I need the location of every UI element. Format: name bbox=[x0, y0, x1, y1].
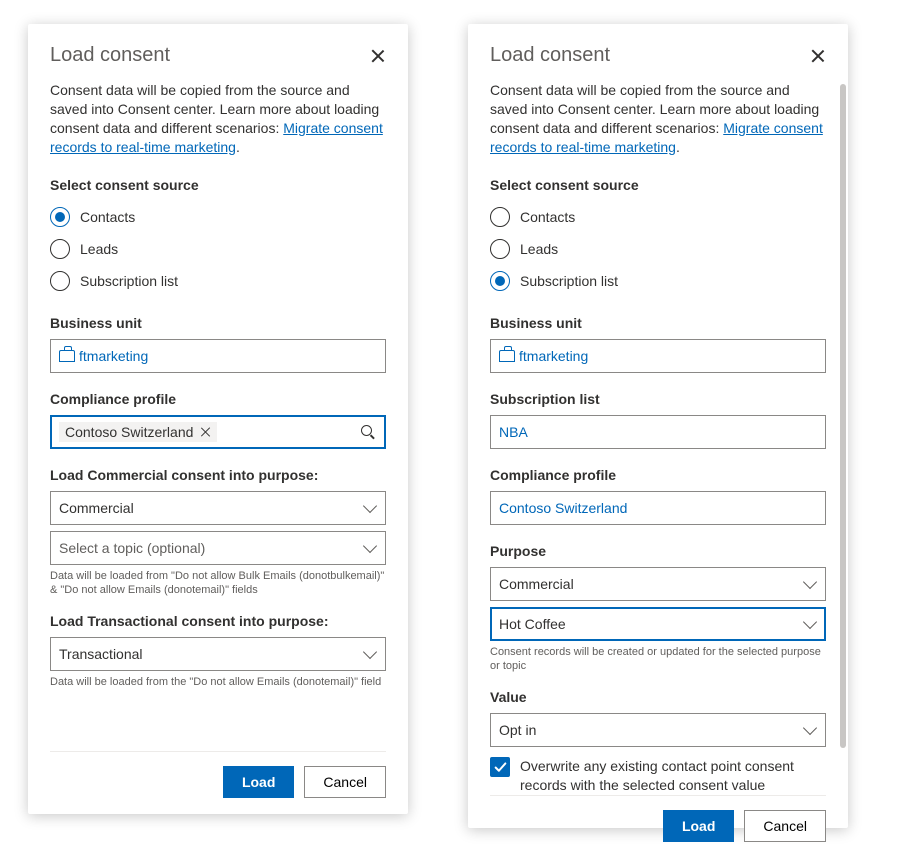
radio-subscription-list[interactable]: Subscription list bbox=[50, 271, 386, 291]
business-unit-value: ftmarketing bbox=[519, 348, 588, 364]
overwrite-label: Overwrite any existing contact point con… bbox=[520, 757, 826, 795]
chevron-down-icon bbox=[363, 645, 377, 659]
load-consent-panel-left: Load consent Consent data will be copied… bbox=[28, 24, 408, 814]
purpose-hint: Consent records will be created or updat… bbox=[490, 645, 826, 674]
subscription-list-field[interactable]: NBA bbox=[490, 415, 826, 449]
chevron-down-icon bbox=[363, 538, 377, 552]
commercial-topic-select[interactable]: Select a topic (optional) bbox=[50, 531, 386, 565]
value-label: Value bbox=[490, 689, 826, 705]
close-icon[interactable] bbox=[810, 48, 826, 64]
radio-icon bbox=[50, 271, 70, 291]
purpose-select[interactable]: Commercial bbox=[490, 567, 826, 601]
compliance-profile-value: Contoso Switzerland bbox=[499, 500, 627, 516]
scrollbar[interactable] bbox=[840, 84, 846, 748]
commercial-purpose-select[interactable]: Commercial bbox=[50, 491, 386, 525]
purpose-value: Commercial bbox=[499, 576, 574, 592]
compliance-profile-label: Compliance profile bbox=[50, 391, 386, 407]
business-unit-field[interactable]: ftmarketing bbox=[490, 339, 826, 373]
radio-icon bbox=[490, 207, 510, 227]
business-unit-value: ftmarketing bbox=[79, 348, 148, 364]
compliance-profile-field[interactable]: Contoso Switzerland bbox=[490, 491, 826, 525]
radio-leads[interactable]: Leads bbox=[50, 239, 386, 259]
commercial-topic-placeholder: Select a topic (optional) bbox=[59, 540, 205, 556]
radio-icon bbox=[50, 239, 70, 259]
select-source-label: Select consent source bbox=[50, 177, 386, 193]
value-select[interactable]: Opt in bbox=[490, 713, 826, 747]
close-icon[interactable] bbox=[370, 48, 386, 64]
radio-label: Contacts bbox=[520, 209, 575, 225]
radio-icon bbox=[50, 207, 70, 227]
chevron-down-icon bbox=[803, 721, 817, 735]
business-unit-field[interactable]: ftmarketing bbox=[50, 339, 386, 373]
dialog-title: Load consent bbox=[490, 44, 610, 67]
briefcase-icon bbox=[499, 350, 515, 362]
business-unit-label: Business unit bbox=[50, 315, 386, 331]
overwrite-checkbox-row[interactable]: Overwrite any existing contact point con… bbox=[490, 757, 826, 795]
radio-leads[interactable]: Leads bbox=[490, 239, 826, 259]
radio-icon bbox=[490, 239, 510, 259]
dialog-footer: Load Cancel bbox=[50, 751, 386, 798]
radio-label: Leads bbox=[80, 241, 118, 257]
dialog-title: Load consent bbox=[50, 44, 170, 67]
radio-label: Subscription list bbox=[520, 273, 618, 289]
radio-label: Subscription list bbox=[80, 273, 178, 289]
purpose-label: Purpose bbox=[490, 543, 826, 559]
transactional-purpose-value: Transactional bbox=[59, 646, 143, 662]
load-button[interactable]: Load bbox=[663, 810, 734, 842]
commercial-purpose-value: Commercial bbox=[59, 500, 134, 516]
remove-tag-icon[interactable] bbox=[201, 427, 211, 437]
subscription-list-value: NBA bbox=[499, 424, 528, 440]
topic-value: Hot Coffee bbox=[499, 616, 566, 632]
search-icon[interactable] bbox=[361, 425, 375, 439]
profile-tag[interactable]: Contoso Switzerland bbox=[59, 422, 217, 442]
transactional-purpose-select[interactable]: Transactional bbox=[50, 637, 386, 671]
chevron-down-icon bbox=[363, 498, 377, 512]
radio-label: Contacts bbox=[80, 209, 135, 225]
cancel-button[interactable]: Cancel bbox=[304, 766, 386, 798]
topic-select[interactable]: Hot Coffee bbox=[490, 607, 826, 641]
intro-text: Consent data will be copied from the sou… bbox=[50, 81, 386, 157]
briefcase-icon bbox=[59, 350, 75, 362]
chevron-down-icon bbox=[803, 574, 817, 588]
checkbox-checked-icon[interactable] bbox=[490, 757, 510, 777]
commercial-purpose-label: Load Commercial consent into purpose: bbox=[50, 467, 386, 483]
subscription-list-label: Subscription list bbox=[490, 391, 826, 407]
radio-contacts[interactable]: Contacts bbox=[50, 207, 386, 227]
cancel-button[interactable]: Cancel bbox=[744, 810, 826, 842]
load-consent-panel-right: Load consent Consent data will be copied… bbox=[468, 24, 848, 828]
radio-icon bbox=[490, 271, 510, 291]
transactional-hint: Data will be loaded from the "Do not all… bbox=[50, 675, 386, 689]
business-unit-label: Business unit bbox=[490, 315, 826, 331]
chevron-down-icon bbox=[803, 614, 817, 628]
radio-label: Leads bbox=[520, 241, 558, 257]
compliance-profile-field[interactable]: Contoso Switzerland bbox=[50, 415, 386, 449]
intro-text: Consent data will be copied from the sou… bbox=[490, 81, 826, 157]
dialog-footer: Load Cancel bbox=[490, 795, 826, 842]
radio-subscription-list[interactable]: Subscription list bbox=[490, 271, 826, 291]
select-source-label: Select consent source bbox=[490, 177, 826, 193]
compliance-profile-label: Compliance profile bbox=[490, 467, 826, 483]
value-value: Opt in bbox=[499, 722, 536, 738]
radio-contacts[interactable]: Contacts bbox=[490, 207, 826, 227]
load-button[interactable]: Load bbox=[223, 766, 294, 798]
profile-tag-label: Contoso Switzerland bbox=[65, 424, 193, 440]
transactional-purpose-label: Load Transactional consent into purpose: bbox=[50, 613, 386, 629]
commercial-hint: Data will be loaded from "Do not allow B… bbox=[50, 569, 386, 598]
